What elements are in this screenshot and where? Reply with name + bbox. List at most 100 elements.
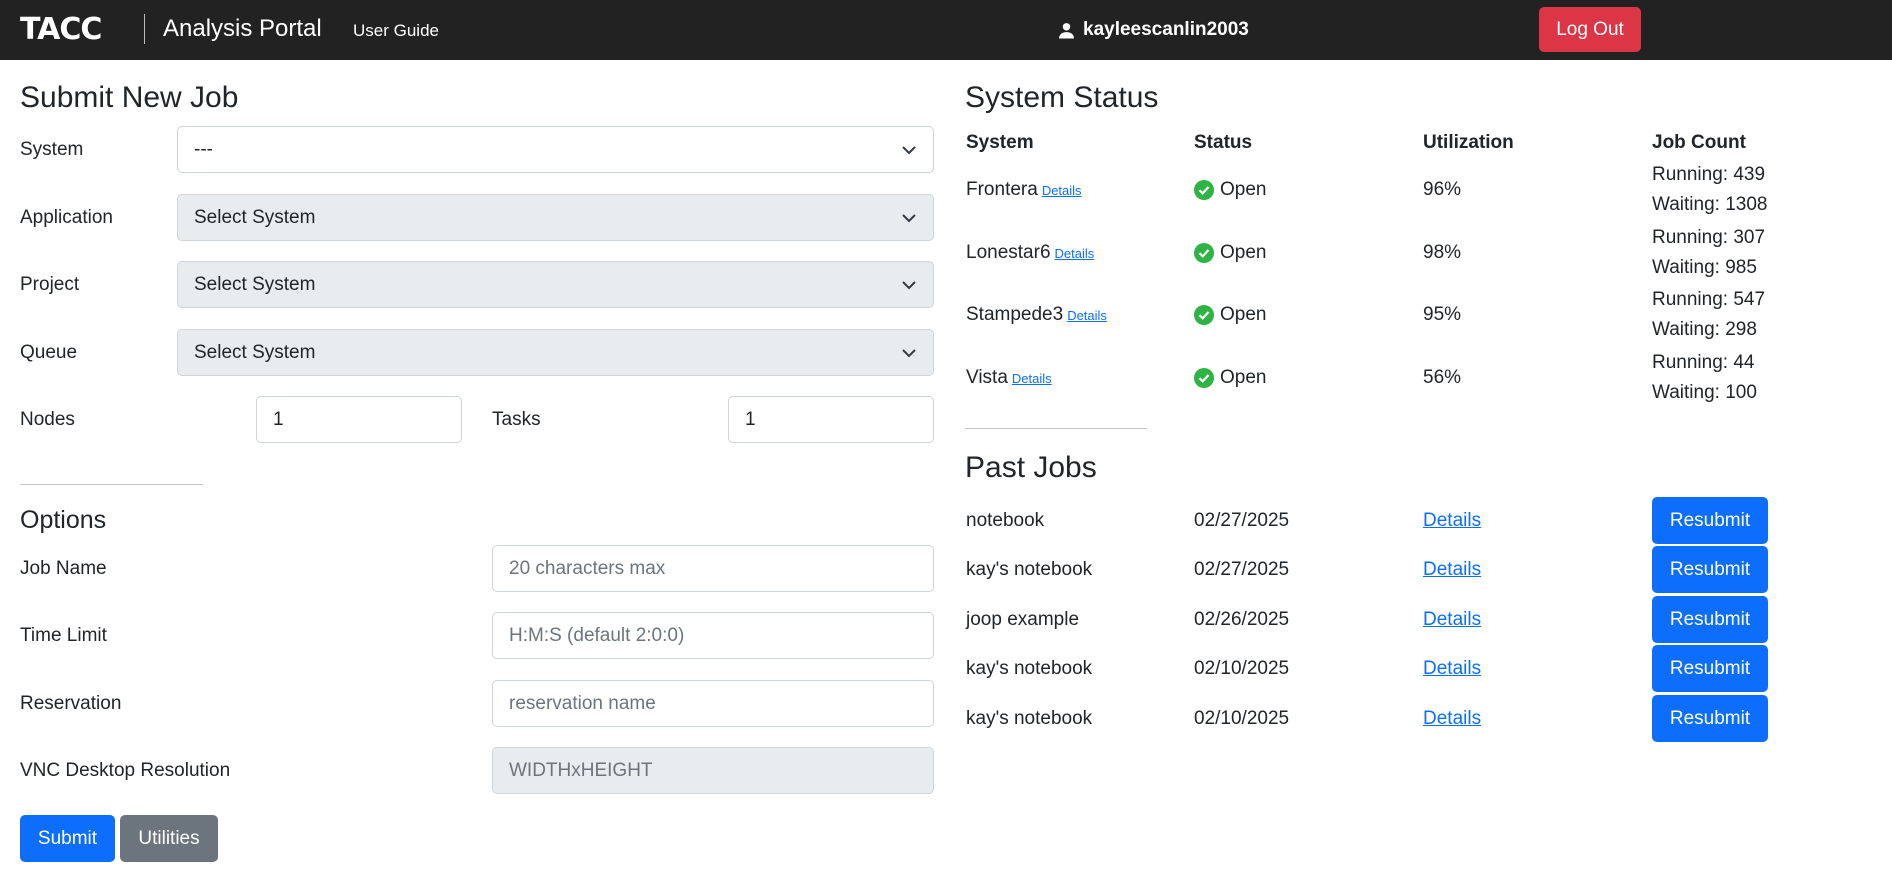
job-date: 02/10/2025 [1194, 658, 1290, 679]
running-count: Running: 547 [1652, 289, 1766, 310]
logout-button[interactable]: Log Out [1539, 7, 1641, 52]
job-details-link[interactable]: Details [1423, 608, 1481, 632]
job-details-link[interactable]: Details [1423, 509, 1481, 533]
chevron-down-icon [902, 146, 916, 155]
waiting-count: Waiting: 298 [1652, 319, 1757, 340]
user-guide-link[interactable]: User Guide [353, 19, 439, 43]
job-date: 02/10/2025 [1194, 708, 1290, 729]
project-select-value: Select System [194, 274, 316, 295]
current-user: kayleescanlin2003 [1058, 17, 1249, 43]
utilization-value: 95% [1423, 304, 1462, 325]
top-navbar: TACC Analysis Portal User Guide kayleesc… [0, 0, 1892, 60]
col-header-job-count: Job Count [1652, 132, 1746, 153]
application-select[interactable]: Select System [177, 194, 934, 241]
status-cell: Open [1194, 241, 1266, 265]
submit-button[interactable]: Submit [20, 815, 115, 862]
col-header-system: System [966, 132, 1034, 153]
past-jobs-divider [965, 428, 1147, 429]
running-count: Running: 44 [1652, 352, 1755, 373]
job-date: 02/27/2025 [1194, 559, 1290, 580]
check-circle-icon [1194, 180, 1214, 200]
utilities-button[interactable]: Utilities [120, 815, 218, 862]
job-name-label: Job Name [20, 558, 107, 579]
job-date: 02/27/2025 [1194, 510, 1290, 531]
job-name: notebook [966, 510, 1045, 531]
check-circle-icon [1194, 305, 1214, 325]
options-heading: Options [20, 506, 107, 534]
resubmit-button[interactable]: Resubmit [1652, 695, 1768, 742]
col-header-status: Status [1194, 132, 1253, 153]
system-status-heading: System Status [965, 81, 1159, 114]
reservation-input[interactable]: reservation name [492, 680, 934, 727]
system-details-link[interactable]: Details [1042, 183, 1082, 198]
system-row-vista: Vista Details [966, 366, 1052, 391]
job-details-link[interactable]: Details [1423, 707, 1481, 731]
queue-label: Queue [20, 342, 78, 363]
vnc-resolution-label: VNC Desktop Resolution [20, 760, 231, 781]
job-name: kay's notebook [966, 658, 1093, 679]
system-details-link[interactable]: Details [1067, 308, 1107, 323]
brand-divider [144, 14, 145, 44]
submit-job-heading: Submit New Job [20, 81, 239, 114]
system-details-link[interactable]: Details [1055, 246, 1095, 261]
system-name: Lonestar6 [966, 242, 1051, 263]
system-select-value: --- [194, 139, 213, 160]
time-limit-input[interactable]: H:M:S (default 2:0:0) [492, 612, 934, 659]
reservation-label: Reservation [20, 693, 122, 714]
tasks-input[interactable]: 1 [728, 396, 934, 443]
chevron-down-icon [902, 349, 916, 358]
job-count-cell: Running: 439 Waiting: 1308 [1652, 160, 1767, 220]
job-details-link[interactable]: Details [1423, 558, 1481, 582]
project-select[interactable]: Select System [177, 261, 934, 308]
utilization-value: 56% [1423, 367, 1462, 388]
job-count-cell: Running: 307 Waiting: 985 [1652, 223, 1765, 283]
system-select[interactable]: --- [177, 126, 934, 173]
resubmit-button[interactable]: Resubmit [1652, 497, 1768, 544]
system-label: System [20, 139, 84, 160]
job-date: 02/26/2025 [1194, 609, 1290, 630]
queue-select-value: Select System [194, 342, 316, 363]
status-cell: Open [1194, 178, 1266, 202]
system-name: Vista [966, 367, 1008, 388]
system-row-frontera: Frontera Details [966, 178, 1082, 203]
app-title[interactable]: Analysis Portal [163, 14, 322, 44]
system-name: Frontera [966, 179, 1038, 200]
job-name: kay's notebook [966, 708, 1093, 729]
resubmit-button[interactable]: Resubmit [1652, 596, 1768, 643]
status-text: Open [1220, 304, 1267, 325]
application-label: Application [20, 207, 113, 228]
tacc-logo[interactable]: TACC [20, 12, 102, 48]
utilization-value: 96% [1423, 179, 1462, 200]
status-text: Open [1220, 367, 1267, 388]
status-text: Open [1220, 242, 1267, 263]
job-name-input[interactable]: 20 characters max [492, 545, 934, 592]
job-details-link[interactable]: Details [1423, 657, 1481, 681]
time-limit-label: Time Limit [20, 625, 107, 646]
check-circle-icon [1194, 243, 1214, 263]
status-text: Open [1220, 179, 1267, 200]
chevron-down-icon [902, 281, 916, 290]
waiting-count: Waiting: 100 [1652, 382, 1757, 403]
running-count: Running: 307 [1652, 227, 1766, 248]
project-label: Project [20, 274, 80, 295]
nodes-input[interactable]: 1 [256, 396, 462, 443]
resubmit-button[interactable]: Resubmit [1652, 546, 1768, 593]
queue-select[interactable]: Select System [177, 329, 934, 376]
job-name: kay's notebook [966, 559, 1093, 580]
running-count: Running: 439 [1652, 164, 1766, 185]
resubmit-button[interactable]: Resubmit [1652, 645, 1768, 692]
username-label: kayleescanlin2003 [1083, 19, 1249, 40]
check-circle-icon [1194, 368, 1214, 388]
application-select-value: Select System [194, 207, 316, 228]
system-details-link[interactable]: Details [1012, 371, 1052, 386]
status-cell: Open [1194, 303, 1266, 327]
past-jobs-heading: Past Jobs [965, 451, 1097, 484]
job-count-cell: Running: 44 Waiting: 100 [1652, 348, 1757, 408]
system-name: Stampede3 [966, 304, 1064, 325]
utilization-value: 98% [1423, 242, 1462, 263]
status-cell: Open [1194, 366, 1266, 390]
waiting-count: Waiting: 1308 [1652, 194, 1768, 215]
nodes-label: Nodes [20, 409, 75, 430]
system-row-stampede3: Stampede3 Details [966, 303, 1107, 328]
vnc-resolution-input[interactable]: WIDTHxHEIGHT [492, 747, 934, 794]
